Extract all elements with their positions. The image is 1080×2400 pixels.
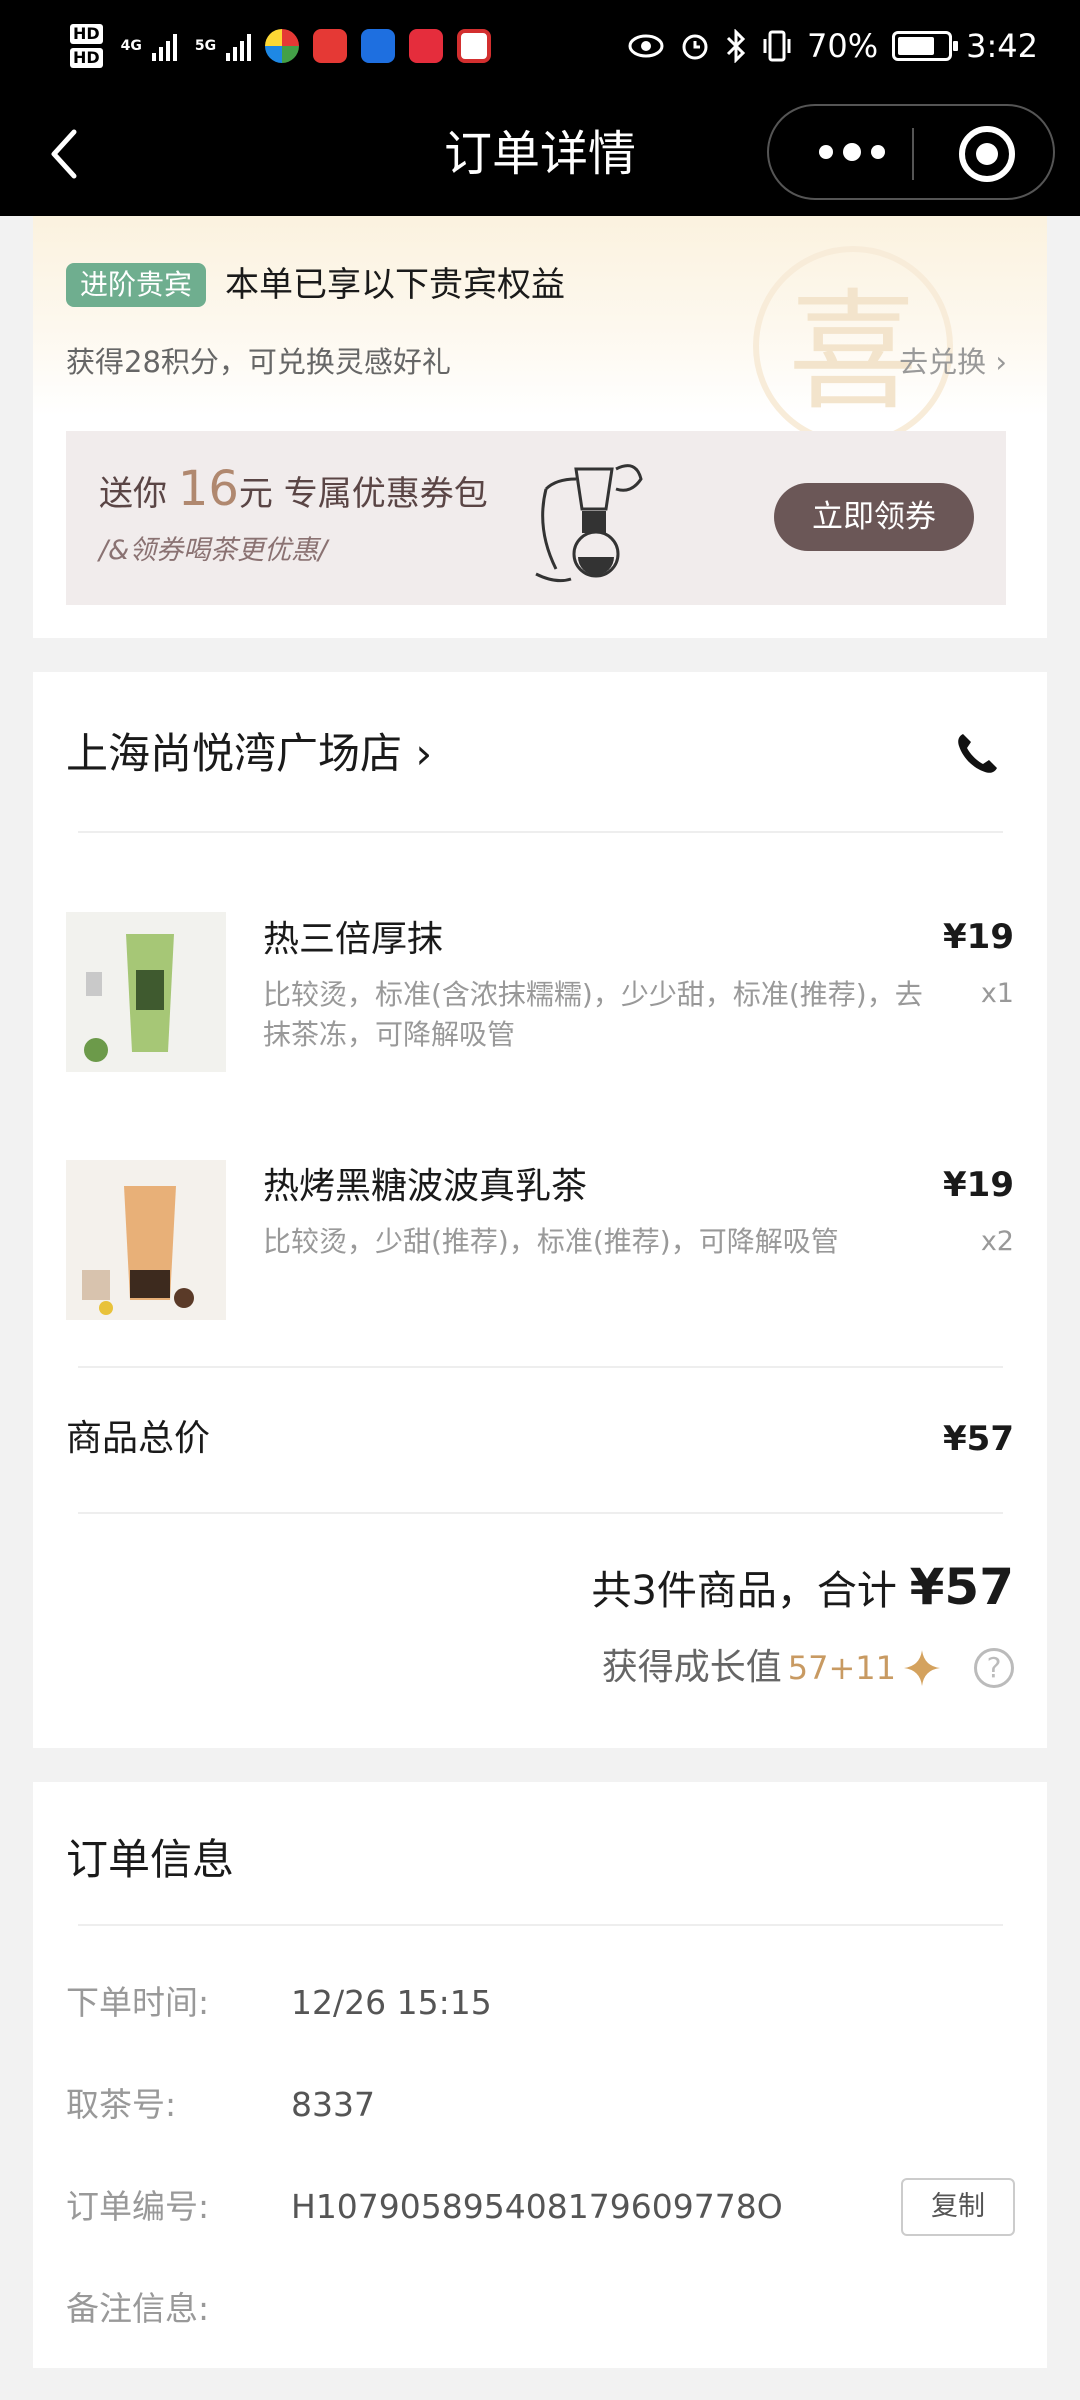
mini-program-capsule — [767, 104, 1055, 200]
more-dot-icon — [871, 145, 885, 159]
network-5g-label: 5G — [194, 38, 217, 54]
order-time-label: 下单时间: — [66, 1983, 210, 2022]
coupon-banner[interactable]: 送你 16元 专属优惠券包 /&领券喝茶更优惠/ 立即领券 — [66, 431, 1006, 605]
more-dot-icon — [819, 145, 833, 159]
product-name: 热烤黑糖波波真乳茶 — [263, 1166, 588, 1207]
order-info-title: 订单信息 — [66, 1835, 235, 1884]
order-card: 上海尚悦湾广场店 › 热三倍厚抹 比较烫，标准(含浓抹糯糯)，少少甜，标准(推荐… — [33, 672, 1047, 1748]
product-price: ¥19 — [943, 1165, 1014, 1205]
claim-coupon-button[interactable]: 立即领券 — [774, 483, 974, 551]
product-quantity: x2 — [980, 1226, 1014, 1257]
remark-label: 备注信息: — [66, 2289, 210, 2328]
order-total: 共3件商品，合计 ¥57 — [591, 1556, 1014, 1622]
coupon-prefix: 送你 — [99, 474, 167, 514]
product-price: ¥19 — [943, 917, 1014, 957]
order-number-label: 订单编号: — [66, 2187, 210, 2226]
redeem-link[interactable]: 去兑换 › — [899, 342, 1007, 382]
close-target-button[interactable] — [959, 126, 1015, 182]
growth-label: 获得成长值 — [601, 1647, 782, 1688]
vip-level-badge: 进阶贵宾 — [66, 263, 207, 307]
store-name-link[interactable]: 上海尚悦湾广场店 › — [66, 722, 432, 786]
more-dot-icon — [843, 143, 861, 161]
vibrate-icon — [763, 30, 791, 62]
order-info-card: 订单信息 下单时间: 12/26 15:15 取茶号: 8337 订单编号: H… — [33, 1782, 1047, 2368]
vip-points-text: 获得28积分，可兑换灵感好礼 — [66, 345, 451, 379]
product-image-milk-tea — [66, 1160, 226, 1320]
coupon-suffix: 元 专属优惠券包 — [238, 474, 488, 514]
total-prefix: 共3件商品，合计 — [591, 1568, 910, 1614]
product-quantity: x1 — [980, 978, 1014, 1009]
network-4g-label: 4G — [120, 38, 142, 54]
pickup-number-label: 取茶号: — [66, 2085, 177, 2124]
eye-icon — [628, 34, 664, 58]
help-icon[interactable]: ? — [974, 1648, 1014, 1688]
tea-person-illustration-icon — [535, 464, 643, 583]
subtotal-value: ¥57 — [943, 1419, 1014, 1459]
app-notification-icon-1 — [265, 29, 300, 63]
battery-percent: 70% — [807, 27, 879, 65]
product-image-matcha — [66, 912, 226, 1072]
total-amount: ¥57 — [909, 1558, 1014, 1616]
battery-icon — [892, 31, 959, 61]
coupon-subtitle: /&领券喝茶更优惠/ — [99, 535, 328, 566]
subtotal-label: 商品总价 — [66, 1418, 211, 1459]
capsule-divider — [912, 128, 914, 180]
divider — [78, 1924, 1003, 1926]
vip-benefits-card: 喜 进阶贵宾 本单已享以下贵宾权益 获得28积分，可兑换灵感好礼 去兑换 › 送… — [33, 216, 1047, 638]
app-notification-icon-5 — [457, 29, 492, 63]
order-number-value: H107905895408179609778O — [291, 2187, 783, 2226]
product-options: 比较烫，少甜(推荐)，标准(推荐)，可降解吸管 — [263, 1225, 839, 1258]
signal-1-icon — [151, 31, 177, 61]
divider — [78, 831, 1003, 833]
hd1-label: HD — [70, 24, 103, 44]
phone-icon[interactable] — [953, 730, 1001, 778]
bluetooth-icon — [726, 29, 746, 63]
product-options: 比较烫，标准(含浓抹糯糯)，少少甜，标准(推荐)，去抹茶冻，可降解吸管 — [263, 978, 923, 1051]
nav-bar: 订单详情 — [0, 92, 1080, 216]
copy-order-number-button[interactable]: 复制 — [901, 2178, 1015, 2236]
status-left: HD HD 4G 5G — [70, 18, 492, 74]
hd2-label: HD — [70, 48, 103, 68]
divider — [78, 1366, 1003, 1368]
app-notification-icon-3 — [361, 29, 396, 63]
app-notification-icon-2 — [313, 29, 348, 63]
alarm-icon — [682, 34, 708, 60]
signal-2-icon — [226, 31, 252, 61]
more-button[interactable] — [797, 116, 907, 188]
coupon-amount: 16 — [177, 461, 239, 517]
vip-title: 本单已享以下贵宾权益 — [225, 265, 565, 305]
order-time-value: 12/26 15:15 — [291, 1983, 492, 2022]
clock-time: 3:42 — [966, 27, 1038, 65]
growth-value: 57+11 — [787, 1649, 896, 1687]
pickup-number-value: 8337 — [291, 2085, 375, 2124]
status-right: 70% 3:42 — [627, 18, 1038, 74]
product-name: 热三倍厚抹 — [263, 919, 444, 960]
growth-value-line: 获得成长值 57+11 ? — [602, 1640, 1014, 1696]
app-notification-icon-4 — [409, 29, 444, 63]
status-bar: HD HD 4G 5G 70% 3:42 — [0, 0, 1080, 92]
hd-indicator: HD HD — [70, 22, 103, 70]
sparkle-icon — [904, 1650, 940, 1686]
coupon-headline: 送你 16元 专属优惠券包 — [99, 461, 488, 522]
divider — [78, 1512, 1003, 1514]
